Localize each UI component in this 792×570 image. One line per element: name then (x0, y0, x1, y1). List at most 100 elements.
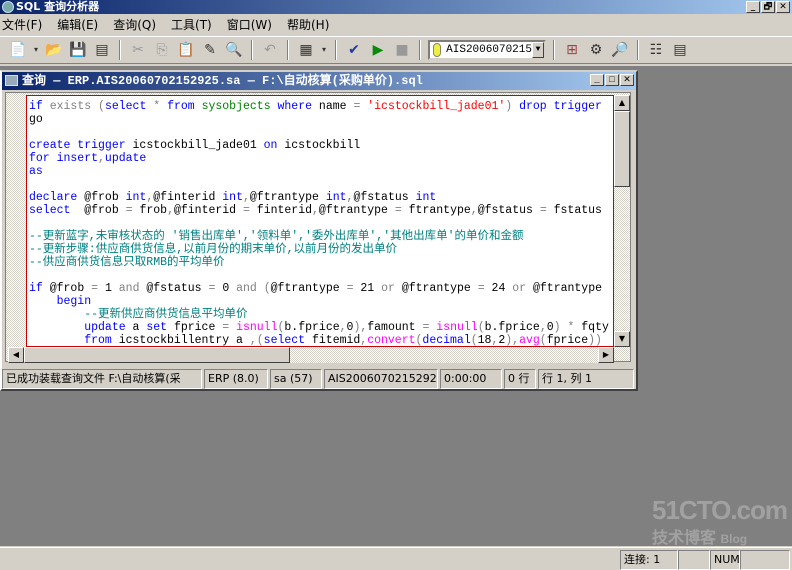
new-query-icon[interactable]: 📄 (8, 40, 28, 60)
menu-help[interactable]: 帮助(H) (285, 16, 337, 33)
app-status-bar: 连接: 1 NUM (0, 547, 792, 570)
child-maximize-button[interactable]: □ (605, 74, 619, 86)
code-line: --更新蓝字,未审核状态的 '销售出库单','领料单','委外出库单','其他出… (29, 230, 613, 243)
menu-file[interactable]: 文件(F) (0, 16, 50, 33)
stop-icon[interactable]: ■ (392, 40, 412, 60)
toolbar: 📄 ▾ 📂 💾 ▤ ✂ ⎘ 📋 ✎ 🔍 ↶ ▦ ▾ ✔ ▶ ■ AIS20060… (0, 36, 792, 64)
results-grid-icon[interactable]: ▦ (296, 40, 316, 60)
object-browser-icon[interactable]: ⊞ (562, 40, 582, 60)
code-token: ( (470, 334, 478, 347)
code-token: 18 (477, 334, 492, 347)
code-token: frob (139, 204, 168, 217)
code-token: as (29, 165, 43, 178)
menu-query[interactable]: 查询(Q) (111, 16, 164, 33)
menu-tools[interactable]: 工具(T) (169, 16, 220, 33)
code-token: int (415, 191, 437, 204)
vertical-scroll-thumb[interactable] (614, 111, 630, 187)
code-token: --更新供应商供货信息平均单价 (29, 308, 248, 321)
separator (335, 40, 337, 60)
code-token: @fstatus (146, 282, 209, 295)
menu-window[interactable]: 窗口(W) (225, 16, 280, 33)
separator (553, 40, 555, 60)
scroll-down-icon[interactable]: ▼ (614, 331, 630, 347)
code-token: from (167, 100, 202, 113)
code-token: ) (505, 100, 520, 113)
code-token: int (222, 191, 243, 204)
code-token: drop trigger (519, 100, 602, 113)
object-search-icon[interactable]: ⚙ (586, 40, 606, 60)
menu-edit[interactable]: 编辑(E) (55, 16, 106, 33)
estimated-plan-icon[interactable]: 🔎 (610, 40, 630, 60)
code-token: begin (29, 295, 92, 308)
code-line: create trigger icstockbill_jade01 on ics… (29, 139, 613, 152)
code-token: fprice (173, 321, 223, 334)
table-icon[interactable]: ▤ (670, 40, 690, 60)
code-token: sysobjects (201, 100, 278, 113)
chevron-down-icon[interactable]: ▼ (531, 42, 544, 58)
status-rows: 0 行 (504, 369, 536, 389)
vertical-scrollbar[interactable]: ▲ ▼ (614, 95, 630, 347)
minimize-button[interactable]: _ (746, 1, 760, 13)
scroll-left-icon[interactable]: ◀ (8, 347, 24, 363)
database-select[interactable]: AIS2006070215 ▼ (428, 40, 546, 60)
grid-dropdown-icon[interactable]: ▾ (320, 40, 328, 60)
code-token: , (539, 321, 547, 334)
insert-template-icon[interactable]: ▤ (92, 40, 112, 60)
copy-icon[interactable]: ⎘ (152, 40, 172, 60)
code-token: from (29, 334, 119, 347)
code-token: @fstatus (477, 204, 540, 217)
status-empty (678, 550, 710, 570)
editor-frame: if exists (select * from sysobjects wher… (5, 92, 631, 363)
find-icon[interactable]: 🔍 (224, 40, 244, 60)
clear-icon[interactable]: ✎ (200, 40, 220, 60)
code-token: ( (263, 282, 271, 295)
code-token: select (263, 334, 312, 347)
code-token: 1 (104, 282, 119, 295)
query-status-bar: 已成功装载查询文件 F:\自动核算(采 ERP (8.0) sa (57) AI… (2, 369, 636, 389)
sql-editor[interactable]: if exists (select * from sysobjects wher… (26, 95, 614, 347)
child-minimize-button[interactable]: _ (590, 74, 604, 86)
cut-icon[interactable]: ✂ (128, 40, 148, 60)
watermark-logo: 51CTO.com 技术博客 Blog (652, 495, 788, 547)
code-line: from icstockbillentry a ,(select fitemid… (29, 334, 613, 347)
code-token: convert (367, 334, 416, 347)
paste-icon[interactable]: 📋 (176, 40, 196, 60)
code-line: --供应商供货信息只取RMB的平均单价 (29, 256, 613, 269)
code-token: @frob (84, 204, 126, 217)
check-syntax-icon[interactable]: ✔ (344, 40, 364, 60)
code-token: @frob (49, 282, 92, 295)
undo-icon[interactable]: ↶ (260, 40, 280, 60)
restore-button[interactable]: 🗗 (761, 1, 775, 13)
scroll-right-icon[interactable]: ▶ (598, 347, 614, 363)
execute-icon[interactable]: ▶ (368, 40, 388, 60)
status-server: ERP (8.0) (204, 369, 268, 389)
app-title: SQL 查询分析器 (16, 0, 100, 13)
close-button[interactable]: ✕ (776, 1, 790, 13)
code-token: isnull (436, 321, 478, 334)
code-token: --更新步骤:供应商供货信息,以前月份的期末单价,以前月份的发出单价 (29, 243, 398, 256)
code-line: begin (29, 295, 613, 308)
code-token: , (339, 321, 347, 334)
properties-icon[interactable]: ☷ (646, 40, 666, 60)
query-window-title: 查询 — ERP.AIS20060702152925.sa — F:\自动核算(… (22, 74, 423, 88)
separator (637, 40, 639, 60)
save-icon[interactable]: 💾 (68, 40, 88, 60)
code-token: , (243, 191, 250, 204)
new-dropdown-icon[interactable]: ▾ (32, 40, 40, 60)
code-line: --更新步骤:供应商供货信息,以前月份的期末单价,以前月份的发出单价 (29, 243, 613, 256)
child-close-button[interactable]: ✕ (620, 74, 634, 86)
code-token: ,( (249, 334, 264, 347)
horizontal-scroll-thumb[interactable] (24, 347, 290, 363)
code-token: a (236, 334, 250, 347)
code-token: ftrantype (408, 204, 471, 217)
scroll-up-icon[interactable]: ▲ (614, 95, 630, 111)
code-token: select (29, 204, 85, 217)
code-token: exists (49, 100, 99, 113)
code-token: if (29, 100, 50, 113)
code-token: @ftrantype (318, 204, 395, 217)
open-icon[interactable]: 📂 (44, 40, 64, 60)
separator (119, 40, 121, 60)
horizontal-scrollbar[interactable]: ◀ ▶ (8, 347, 614, 363)
